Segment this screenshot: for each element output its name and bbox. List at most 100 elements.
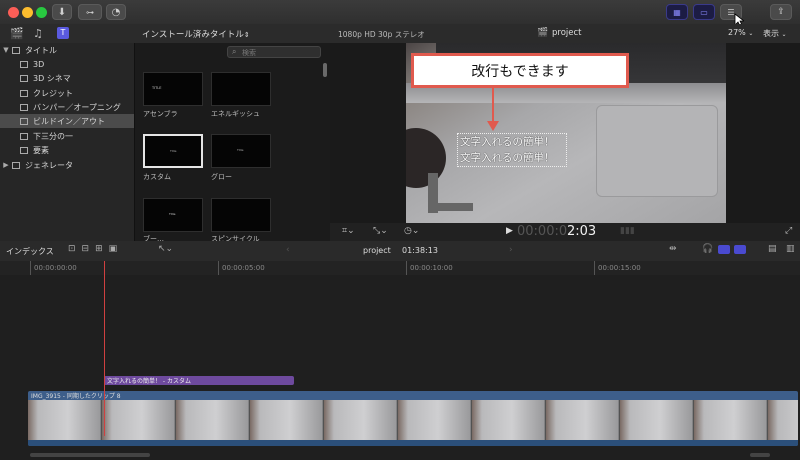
- video-clip[interactable]: IMG_3915 - 同期したクリップ 8: [28, 391, 798, 446]
- audio-waveform: [28, 440, 798, 446]
- viewer-project-name: project: [552, 28, 582, 38]
- category-icon: [20, 74, 28, 82]
- search-field[interactable]: ⌕ 検索: [227, 46, 321, 58]
- clip-appearance-icon[interactable]: ▤: [768, 244, 777, 254]
- back-icon[interactable]: ‹: [286, 245, 290, 255]
- sidebar-item-label: クレジット: [33, 88, 73, 98]
- timeline-view-icon: ▭: [700, 7, 708, 17]
- share-button[interactable]: ⇪: [770, 4, 792, 20]
- timeline-zoom-handle[interactable]: [750, 453, 770, 457]
- playhead[interactable]: [104, 261, 105, 436]
- overlay-line-1: 文字入れるの簡単！: [460, 136, 555, 148]
- sidebar-item-label: 3D シネマ: [33, 73, 71, 83]
- edit-buttons-icon[interactable]: ⊡⊟⊞▣: [68, 244, 123, 254]
- libraries-icon[interactable]: 🎬: [10, 27, 24, 40]
- timeline-duration: 01:38:13: [402, 246, 438, 255]
- background-tasks-button[interactable]: ◔: [106, 4, 126, 20]
- sidebar-item-lower-thirds[interactable]: 下三分の一: [0, 129, 134, 143]
- background-tasks-icon: ◔: [111, 6, 121, 18]
- minimize-window-button[interactable]: [22, 7, 33, 18]
- sidebar-item-label: タイトル: [25, 45, 57, 55]
- title-thumbnail-spin-cycle[interactable]: [211, 198, 271, 232]
- callout-arrow-icon: [487, 88, 499, 131]
- library-header: 🎬 ♫ T: [0, 24, 134, 44]
- import-icon: ⬇: [57, 6, 67, 18]
- installed-titles-menu[interactable]: インストール済みタイトル⇕: [142, 28, 250, 40]
- ruler-tick-label: 00:00:10:00: [410, 264, 453, 272]
- timeline-area[interactable]: 文字入れるの簡単！ - カスタム IMG_3915 - 同期したクリップ 8: [0, 261, 800, 460]
- snapping-icon[interactable]: [718, 245, 730, 254]
- callout-text: 改行もできます: [471, 63, 569, 80]
- sidebar-item-label: ジェネレータ: [25, 160, 73, 170]
- filmstrip: [28, 400, 798, 440]
- browser-view-button[interactable]: ▦: [666, 4, 688, 20]
- title-thumbnail-custom[interactable]: Title: [143, 134, 203, 168]
- forward-icon[interactable]: ›: [509, 245, 513, 255]
- solo-icon[interactable]: [734, 245, 746, 254]
- keywords-button[interactable]: ⊶: [78, 4, 102, 20]
- title-thumbnail-assembler[interactable]: TITLE: [143, 72, 203, 106]
- coaster-image: [406, 128, 446, 188]
- index-button[interactable]: インデックス: [6, 246, 54, 257]
- sidebar-item-label: 下三分の一: [33, 131, 73, 141]
- browser-scrollbar[interactable]: [323, 63, 327, 77]
- title-thumbnail-glow[interactable]: Title: [211, 134, 271, 168]
- title-clip[interactable]: 文字入れるの簡単！ - カスタム: [104, 376, 294, 385]
- ruler-tick-label: 00:00:15:00: [598, 264, 641, 272]
- speed-menu-icon[interactable]: ◷⌄: [404, 226, 419, 236]
- browser-view-icon: ▦: [673, 7, 681, 17]
- sidebar-item-build-in-out[interactable]: ビルドイン／アウト: [0, 114, 134, 128]
- thumbnail-label: アセンブラ: [143, 110, 178, 118]
- play-icon[interactable]: ▶: [506, 226, 513, 236]
- sidebar-item-3d-cinema[interactable]: 3D シネマ: [0, 71, 134, 85]
- category-icon: [12, 46, 20, 54]
- titles-browser: ⌕ 検索 TITLE アセンブラ エネルギッシュ Title カスタム Titl…: [134, 43, 331, 243]
- fullscreen-icon[interactable]: ⤢: [785, 226, 792, 236]
- overlay-line-2: 文字入れるの簡単！: [460, 152, 555, 164]
- zoom-menu[interactable]: 27% ⌄: [728, 28, 753, 37]
- skimming-icon[interactable]: ⇹: [669, 244, 677, 254]
- title-thumbnail-energetic[interactable]: [211, 72, 271, 106]
- disclosure-down-icon[interactable]: ▼: [0, 46, 12, 54]
- effects-browser-icon[interactable]: ▥: [786, 244, 795, 254]
- sidebar-item-3d[interactable]: 3D: [0, 57, 134, 71]
- timeline-scrollbar[interactable]: [30, 453, 150, 457]
- photos-audio-icon[interactable]: ♫: [33, 27, 43, 40]
- category-icon: [12, 161, 20, 169]
- browser-header: インストール済みタイトル⇕: [134, 24, 330, 44]
- select-tool-icon[interactable]: ↖⌄: [158, 244, 173, 254]
- share-icon: ⇪: [777, 7, 785, 17]
- sidebar-item-credits[interactable]: クレジット: [0, 86, 134, 100]
- title-clip-label: 文字入れるの簡単！ - カスタム: [107, 378, 191, 385]
- ruler-tick-label: 00:00:05:00: [222, 264, 265, 272]
- viewer-controls: ⌗⌄ ⤡⌄ ◷⌄ ▶ 00:00:0 2:03 ▮▮▮ ⤢: [330, 223, 800, 242]
- import-button[interactable]: ⬇: [52, 4, 72, 20]
- sidebar-item-titles[interactable]: ▼ タイトル: [0, 43, 134, 57]
- sidebar-item-bumper[interactable]: バンパー／オープニング: [0, 100, 134, 114]
- timeline-view-button[interactable]: ▭: [693, 4, 715, 20]
- zoom-window-button[interactable]: [36, 7, 47, 18]
- category-icon: [20, 132, 28, 140]
- disclosure-right-icon[interactable]: ▶: [0, 161, 12, 169]
- sidebar-item-elements[interactable]: 要素: [0, 143, 134, 157]
- titles-generators-icon[interactable]: T: [57, 27, 69, 39]
- crop-menu-icon[interactable]: ⌗⌄: [342, 226, 355, 236]
- transform-menu-icon[interactable]: ⤡⌄: [373, 226, 388, 236]
- frame-corner-image-2: [428, 203, 473, 211]
- sidebar-item-generators[interactable]: ▶ ジェネレータ: [0, 158, 134, 172]
- keywords-icon: ⊶: [86, 7, 94, 17]
- audio-meter-icon: ▮▮▮: [620, 226, 635, 236]
- view-menu[interactable]: 表示 ⌄: [763, 28, 787, 39]
- headphones-icon[interactable]: 🎧: [702, 244, 713, 254]
- title-bar: ⬇ ⊶ ◔ ▦ ▭ ☰ ⇪: [0, 0, 800, 27]
- timeline-header: インデックス ⊡⊟⊞▣ ↖⌄ ‹ project 01:38:13 › ⇹ 🎧 …: [0, 241, 800, 262]
- title-thumbnail-boom[interactable]: Title: [143, 198, 203, 232]
- timeline-ruler[interactable]: 00:00:00:00 00:00:05:00 00:00:10:00 00:0…: [0, 261, 800, 276]
- category-icon: [20, 89, 28, 97]
- updown-icon: ⇕: [243, 31, 250, 39]
- title-overlay-box[interactable]: 文字入れるの簡単！ 文字入れるの簡単！: [457, 133, 567, 167]
- chevron-down-icon: ⌄: [748, 30, 754, 37]
- thumbnail-label: グロー: [211, 173, 232, 181]
- close-window-button[interactable]: [8, 7, 19, 18]
- sidebar-item-label: 要素: [33, 145, 49, 155]
